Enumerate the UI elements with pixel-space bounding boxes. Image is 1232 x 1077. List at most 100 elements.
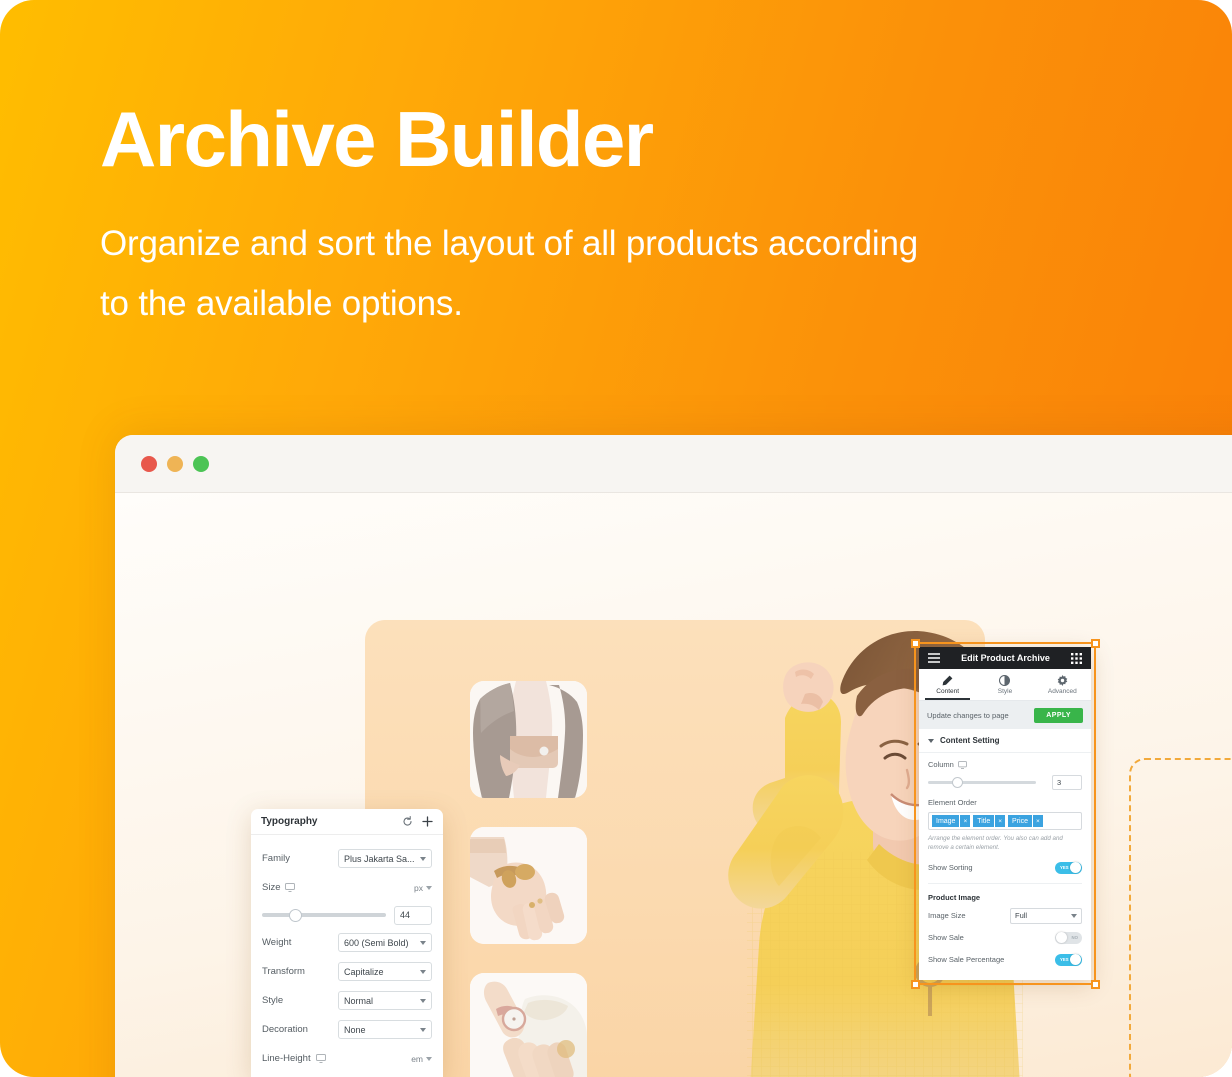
elementor-panel-header: Edit Product Archive bbox=[919, 647, 1091, 669]
elementor-panel-title: Edit Product Archive bbox=[961, 653, 1050, 663]
slider-knob[interactable] bbox=[289, 908, 303, 922]
element-order-tag[interactable]: Image × bbox=[932, 815, 971, 827]
contrast-icon bbox=[999, 674, 1011, 686]
tab-style-label: Style bbox=[997, 687, 1013, 695]
column-label-text: Column bbox=[928, 760, 954, 769]
tab-content-label: Content bbox=[936, 687, 960, 695]
typography-settings-panel: Typography Family Plus Jakarta Sa... Siz… bbox=[251, 809, 443, 1077]
section-divider bbox=[928, 882, 1082, 884]
tag-label: Image bbox=[932, 815, 960, 827]
line-height-unit-selector[interactable]: em bbox=[411, 1054, 432, 1064]
text-transform-select[interactable]: Capitalize bbox=[338, 962, 432, 981]
typography-label-transform: Transform bbox=[262, 966, 305, 977]
hamburger-menu-icon[interactable] bbox=[928, 653, 940, 663]
typography-row-weight: Weight 600 (Semi Bold) bbox=[262, 928, 432, 957]
font-weight-select[interactable]: 600 (Semi Bold) bbox=[338, 933, 432, 952]
chevron-down-icon bbox=[420, 1027, 426, 1032]
show-sale-label: Show Sale bbox=[928, 933, 964, 943]
font-style-select[interactable]: Normal bbox=[338, 991, 432, 1010]
minimize-window-button[interactable] bbox=[167, 455, 183, 472]
show-sorting-row: Show Sorting YES bbox=[928, 857, 1082, 879]
tag-label: Price bbox=[1008, 815, 1032, 827]
image-size-label: Image Size bbox=[928, 911, 966, 921]
typography-label-line-height: Line-Height bbox=[262, 1053, 326, 1064]
image-size-row: Image Size Full bbox=[928, 905, 1082, 927]
toggle-knob bbox=[1070, 954, 1082, 966]
typography-panel-header: Typography bbox=[251, 809, 443, 835]
content-setting-section-header[interactable]: Content Setting bbox=[919, 729, 1091, 753]
product-image-group-title: Product Image bbox=[928, 892, 981, 902]
chevron-down-icon bbox=[420, 856, 426, 861]
desktop-icon[interactable] bbox=[315, 1054, 326, 1063]
typography-label-weight: Weight bbox=[262, 937, 292, 948]
plus-icon[interactable] bbox=[422, 816, 433, 827]
show-sale-row: Show Sale NO bbox=[928, 927, 1082, 949]
drop-zone-outline bbox=[1129, 758, 1232, 1077]
toggle-state-label: NO bbox=[1071, 934, 1078, 940]
text-decoration-value: None bbox=[344, 1024, 366, 1035]
column-slider-row: 3 bbox=[928, 775, 1082, 790]
remove-tag-icon[interactable]: × bbox=[994, 815, 1006, 827]
page-subtitle: Organize and sort the layout of all prod… bbox=[100, 223, 919, 323]
apply-button[interactable]: APPLY bbox=[1034, 707, 1083, 723]
show-sorting-toggle[interactable]: YES bbox=[1055, 861, 1082, 874]
chevron-down-icon bbox=[420, 969, 426, 974]
promo-card: Archive Builder Organize and sort the la… bbox=[0, 0, 1232, 1077]
typography-label-decoration: Decoration bbox=[262, 1024, 308, 1035]
product-thumbnail[interactable] bbox=[470, 973, 587, 1077]
element-order-tag-input[interactable]: Image × Title × Price × bbox=[928, 812, 1082, 830]
typography-label-line-height-text: Line-Height bbox=[262, 1053, 311, 1064]
font-family-select[interactable]: Plus Jakarta Sa... bbox=[338, 849, 432, 868]
typography-size-slider-row: 44 bbox=[262, 902, 432, 928]
tag-label: Title bbox=[973, 815, 995, 827]
update-changes-text: Update changes to page bbox=[927, 710, 1009, 720]
text-transform-value: Capitalize bbox=[344, 966, 384, 977]
column-label: Column bbox=[928, 760, 1082, 769]
desktop-icon[interactable] bbox=[285, 883, 296, 892]
typography-row-family: Family Plus Jakarta Sa... bbox=[262, 844, 432, 873]
column-slider[interactable] bbox=[928, 777, 1036, 788]
toggle-knob bbox=[1070, 862, 1082, 874]
desktop-icon[interactable] bbox=[957, 760, 967, 769]
show-sale-toggle[interactable]: NO bbox=[1055, 931, 1082, 944]
font-size-slider[interactable] bbox=[262, 908, 386, 922]
typography-row-transform: Transform Capitalize bbox=[262, 957, 432, 986]
show-sale-percentage-label: Show Sale Percentage bbox=[928, 955, 1005, 965]
font-size-input[interactable]: 44 bbox=[394, 905, 432, 925]
product-thumbnail[interactable] bbox=[470, 681, 587, 798]
tab-content[interactable]: Content bbox=[919, 669, 976, 700]
element-order-tag[interactable]: Title × bbox=[973, 815, 1006, 827]
font-weight-value: 600 (Semi Bold) bbox=[344, 937, 409, 948]
element-order-tag[interactable]: Price × bbox=[1008, 815, 1043, 827]
content-setting-title: Content Setting bbox=[940, 736, 1000, 745]
tab-advanced-label: Advanced bbox=[1047, 687, 1077, 695]
show-sale-percentage-toggle[interactable]: YES bbox=[1055, 953, 1082, 966]
tab-advanced[interactable]: Advanced bbox=[1034, 669, 1091, 700]
text-decoration-select[interactable]: None bbox=[338, 1020, 432, 1039]
typography-row-line-height: Line-Height em bbox=[262, 1044, 432, 1073]
product-thumbnail[interactable] bbox=[470, 827, 587, 944]
column-value-input[interactable]: 3 bbox=[1052, 775, 1082, 790]
typography-row-style: Style Normal bbox=[262, 986, 432, 1015]
reset-icon[interactable] bbox=[402, 816, 413, 827]
page-title: Archive Builder bbox=[100, 95, 654, 183]
maximize-window-button[interactable] bbox=[193, 455, 209, 472]
close-window-button[interactable] bbox=[141, 455, 157, 472]
remove-tag-icon[interactable]: × bbox=[1031, 815, 1043, 827]
chevron-down-icon bbox=[420, 998, 426, 1003]
remove-tag-icon[interactable]: × bbox=[959, 815, 971, 827]
toggle-state-label: YES bbox=[1060, 956, 1069, 962]
tab-style[interactable]: Style bbox=[976, 669, 1033, 700]
toggle-knob bbox=[1055, 932, 1067, 944]
size-unit-value: px bbox=[414, 882, 423, 893]
chevron-down-icon bbox=[426, 1056, 432, 1061]
slider-knob[interactable] bbox=[951, 777, 963, 788]
typography-label-size: Size bbox=[262, 882, 296, 893]
line-height-unit-value: em bbox=[411, 1053, 423, 1064]
chevron-down-icon bbox=[426, 885, 432, 890]
size-unit-selector[interactable]: px bbox=[414, 883, 432, 893]
font-style-value: Normal bbox=[344, 995, 374, 1006]
image-size-select[interactable]: Full bbox=[1010, 907, 1082, 924]
font-family-value: Plus Jakarta Sa... bbox=[344, 853, 415, 864]
grid-apps-icon[interactable] bbox=[1071, 652, 1082, 664]
